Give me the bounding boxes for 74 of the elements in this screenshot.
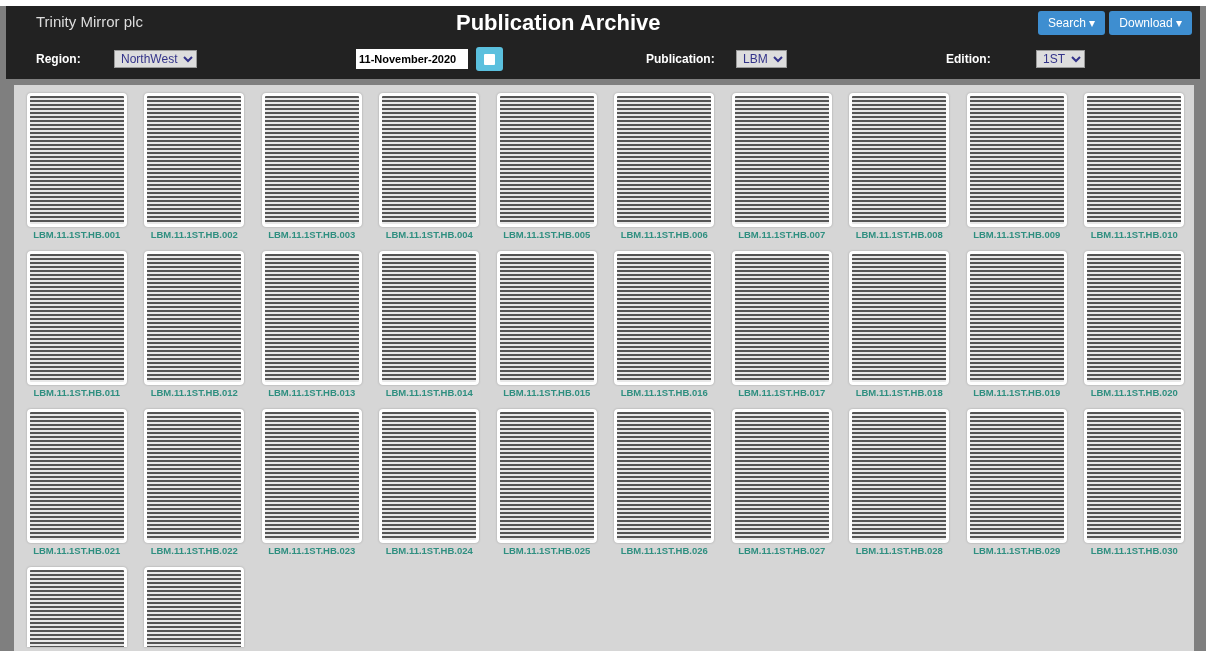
company-name: Trinity Mirror plc — [36, 12, 144, 33]
page-code: LBM.11.1ST.HB.029 — [973, 544, 1061, 558]
filter-select[interactable]: LBM — [736, 50, 787, 68]
newspaper-page-image[interactable] — [144, 93, 245, 227]
page-code: LBM.11.1ST.HB.011 — [33, 386, 121, 400]
dropdown-button[interactable]: Download ▾ — [1109, 10, 1192, 35]
newspaper-page-image[interactable] — [26, 251, 127, 385]
newspaper-page-image[interactable] — [379, 409, 480, 543]
newspaper-page-image[interactable] — [849, 93, 950, 227]
calendar-icon — [484, 53, 495, 65]
page-code: LBM.11.1ST.HB.003 — [268, 228, 356, 242]
newspaper-page-image[interactable] — [261, 409, 362, 543]
filter-label: Region: — [36, 51, 82, 68]
newspaper-page-image[interactable] — [966, 93, 1067, 227]
page-code: LBM.11.1ST.HB.020 — [1090, 386, 1178, 400]
newspaper-page-image[interactable] — [966, 251, 1067, 385]
page-code: LBM.11.1ST.HB.001 — [33, 228, 121, 242]
newspaper-page-image[interactable] — [26, 567, 127, 647]
filter-select[interactable]: 1ST — [1036, 50, 1085, 68]
page-code: LBM.11.1ST.HB.024 — [385, 544, 473, 558]
page-code: LBM.11.1ST.HB.002 — [150, 228, 238, 242]
page-code: LBM.11.1ST.HB.025 — [503, 544, 591, 558]
page-code: LBM.11.1ST.HB.019 — [973, 386, 1061, 400]
page-code: LBM.11.1ST.HB.026 — [620, 544, 708, 558]
filter-label: Edition: — [946, 51, 992, 68]
page-code: LBM.11.1ST.HB.017 — [738, 386, 826, 400]
newspaper-page-image[interactable] — [731, 251, 832, 385]
newspaper-page-image[interactable] — [496, 251, 597, 385]
page-code: LBM.11.1ST.HB.014 — [385, 386, 473, 400]
newspaper-page-image[interactable] — [26, 409, 127, 543]
newspaper-page-image[interactable] — [849, 409, 950, 543]
newspaper-page-image[interactable] — [731, 93, 832, 227]
page-code: LBM.11.1ST.HB.007 — [738, 228, 826, 242]
newspaper-page-image[interactable] — [1084, 409, 1185, 543]
newspaper-page-image[interactable] — [144, 409, 245, 543]
newspaper-page-image[interactable] — [144, 567, 245, 647]
page-code: LBM.11.1ST.HB.009 — [973, 228, 1061, 242]
page-code: LBM.11.1ST.HB.015 — [503, 386, 591, 400]
page-code: LBM.11.1ST.HB.016 — [620, 386, 708, 400]
date-field[interactable]: 11-November-2020 — [356, 49, 468, 69]
page-code: LBM.11.1ST.HB.006 — [620, 228, 708, 242]
page-code: LBM.11.1ST.HB.013 — [268, 386, 356, 400]
page-code: LBM.11.1ST.HB.008 — [855, 228, 943, 242]
page-code: LBM.11.1ST.HB.027 — [738, 544, 826, 558]
page-code: LBM.11.1ST.HB.005 — [503, 228, 591, 242]
newspaper-page-image[interactable] — [379, 93, 480, 227]
newspaper-page-image[interactable] — [496, 93, 597, 227]
page-code: LBM.11.1ST.HB.010 — [1090, 228, 1178, 242]
newspaper-page-image[interactable] — [1084, 251, 1185, 385]
page-code: LBM.11.1ST.HB.004 — [385, 228, 473, 242]
newspaper-page-image[interactable] — [614, 251, 715, 385]
page-title: Publication Archive — [456, 9, 661, 37]
newspaper-page-image[interactable] — [144, 251, 245, 385]
filter-select[interactable]: NorthWest — [114, 50, 197, 68]
newspaper-page-image[interactable] — [614, 93, 715, 227]
newspaper-page-image[interactable] — [261, 93, 362, 227]
newspaper-page-image[interactable] — [966, 409, 1067, 543]
dropdown-button[interactable]: Search ▾ — [1037, 10, 1106, 35]
newspaper-page-image[interactable] — [379, 251, 480, 385]
newspaper-page-image[interactable] — [496, 409, 597, 543]
newspaper-page-image[interactable] — [261, 251, 362, 385]
newspaper-page-image[interactable] — [614, 409, 715, 543]
page-code: LBM.11.1ST.HB.030 — [1090, 544, 1178, 558]
newspaper-page-image[interactable] — [849, 251, 950, 385]
filter-label: Publication: — [646, 51, 716, 68]
page-code: LBM.11.1ST.HB.028 — [855, 544, 943, 558]
newspaper-page-image[interactable] — [731, 409, 832, 543]
page-code: LBM.11.1ST.HB.018 — [855, 386, 943, 400]
newspaper-page-image[interactable] — [1084, 93, 1185, 227]
newspaper-page-image[interactable] — [26, 93, 127, 227]
page-code: LBM.11.1ST.HB.012 — [150, 386, 238, 400]
page-code: LBM.11.1ST.HB.022 — [150, 544, 238, 558]
page-code: LBM.11.1ST.HB.021 — [33, 544, 121, 558]
page-code: LBM.11.1ST.HB.023 — [268, 544, 356, 558]
